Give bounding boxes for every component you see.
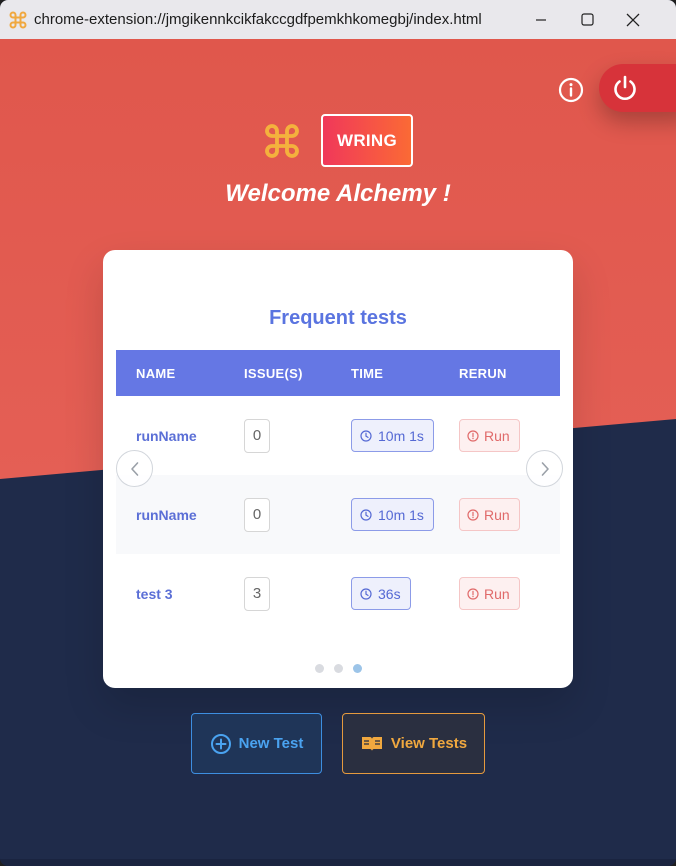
clock-icon	[360, 587, 372, 600]
power-icon	[614, 75, 636, 100]
frequent-tests-title: Frequent tests	[269, 307, 407, 329]
rerun-button[interactable]: Run	[459, 577, 520, 610]
issue-count: 0	[244, 418, 270, 453]
close-button[interactable]	[610, 0, 656, 39]
plus-circle-icon	[210, 733, 231, 754]
rerun-button[interactable]: Run	[459, 498, 520, 531]
window-url: chrome-extension://jmgikennkcikfakccgdfp…	[34, 11, 482, 28]
alert-circle-icon	[467, 429, 479, 442]
clock-icon	[360, 508, 372, 521]
view-tests-button[interactable]: View Tests	[342, 713, 485, 774]
rerun-label: Run	[484, 506, 510, 523]
clock-icon	[360, 429, 372, 442]
frequent-tests-card: Frequent tests NAME ISSUE(S) TIME RERUN …	[103, 250, 573, 688]
time-value: 10m 1s	[378, 427, 424, 444]
time-badge: 36s	[351, 577, 411, 610]
welcome-heading: Welcome Alchemy !	[225, 180, 451, 207]
carousel-next-button[interactable]	[526, 450, 563, 487]
extension-window: chrome-extension://jmgikennkcikfakccgdfp…	[0, 0, 676, 866]
maximize-button[interactable]	[564, 0, 610, 39]
table-row: test 3 3 36s Run	[116, 554, 560, 633]
command-icon	[7, 9, 29, 31]
rerun-label: Run	[484, 585, 510, 602]
command-logo-icon	[262, 121, 302, 161]
chevron-right-icon	[541, 461, 549, 476]
alert-circle-icon	[467, 587, 479, 600]
test-name[interactable]: runName	[136, 507, 197, 523]
info-icon	[558, 77, 584, 103]
title-bar: chrome-extension://jmgikennkcikfakccgdfp…	[0, 0, 676, 39]
table-header: NAME ISSUE(S) TIME RERUN	[116, 350, 560, 396]
view-tests-label: View Tests	[390, 735, 468, 752]
alert-circle-icon	[467, 508, 479, 521]
column-header-time: TIME	[351, 365, 384, 381]
carousel-dot[interactable]	[333, 664, 343, 673]
issue-count: 0	[244, 497, 270, 532]
minimize-button[interactable]	[518, 0, 564, 39]
test-name[interactable]: test 3	[136, 586, 173, 602]
issue-count: 3	[244, 576, 270, 611]
column-header-rerun: RERUN	[459, 365, 507, 381]
chevron-left-icon	[130, 461, 138, 476]
table-row: runName 0 10m 1s Run	[116, 396, 560, 475]
info-button[interactable]	[556, 75, 586, 105]
time-value: 10m 1s	[378, 506, 424, 523]
time-badge: 10m 1s	[351, 498, 434, 531]
window-bottom-border	[0, 859, 676, 866]
column-header-name: NAME	[136, 365, 176, 381]
rerun-button[interactable]: Run	[459, 419, 520, 452]
extension-content: WRING Welcome Alchemy ! Frequent tests N…	[0, 39, 676, 859]
new-test-button[interactable]: New Test	[191, 713, 322, 774]
new-test-label: New Test	[238, 735, 304, 752]
brand-label: WRING	[321, 114, 413, 167]
time-badge: 10m 1s	[351, 419, 434, 452]
time-value: 36s	[378, 585, 401, 602]
column-header-issues: ISSUE(S)	[244, 365, 303, 381]
carousel-dot-active[interactable]	[352, 664, 362, 673]
table-row: runName 0 10m 1s Run	[116, 475, 560, 554]
book-icon	[361, 736, 382, 751]
carousel-dot[interactable]	[314, 664, 324, 673]
carousel-prev-button[interactable]	[116, 450, 153, 487]
carousel-pagination	[103, 664, 573, 673]
frequent-tests-table: NAME ISSUE(S) TIME RERUN runName 0 10m 1…	[116, 350, 560, 633]
test-name[interactable]: runName	[136, 428, 197, 444]
power-toggle-button[interactable]	[599, 64, 676, 112]
rerun-label: Run	[484, 427, 510, 444]
